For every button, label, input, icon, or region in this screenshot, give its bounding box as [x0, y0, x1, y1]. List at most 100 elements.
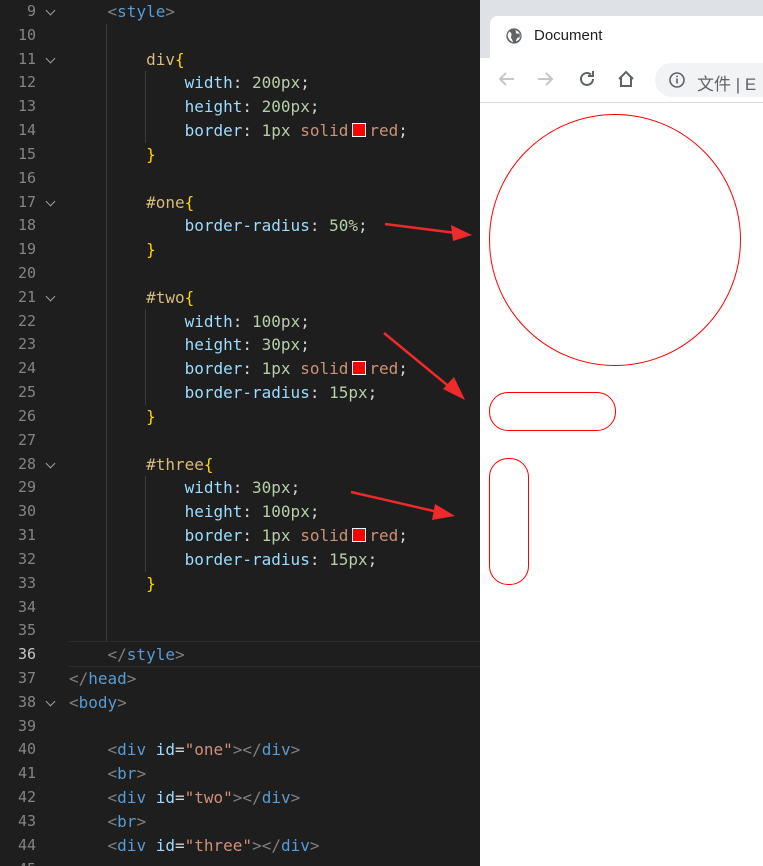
code-token: > [290, 788, 301, 808]
circle-div [489, 114, 741, 366]
code-line[interactable]: 29 width: 30px; [0, 476, 480, 500]
code-line[interactable]: 25 border-radius: 15px; [0, 381, 480, 405]
code-line[interactable]: 44 <div id="three"></div> [0, 834, 480, 858]
code-line[interactable]: 37 </head> [0, 667, 480, 691]
tab-strip: Document [480, 0, 763, 58]
line-number: 14 [17, 121, 36, 140]
code-line[interactable]: 22 width: 100px; [0, 310, 480, 334]
fold-chevron-icon[interactable] [45, 53, 56, 64]
code-token: ; [300, 311, 310, 331]
code-token: 30px [252, 478, 291, 498]
code-text: height: 30px; [69, 333, 310, 357]
code-line[interactable]: 35 [0, 619, 480, 643]
back-arrow-icon[interactable] [496, 68, 518, 90]
code-text: <body> [69, 691, 127, 715]
code-line[interactable]: 45 [0, 858, 480, 866]
code-line[interactable]: 23 height: 30px; [0, 333, 480, 357]
code-text: height: 200px; [69, 95, 320, 119]
code-line[interactable]: 27 [0, 429, 480, 453]
code-line[interactable]: 36 </style> [0, 643, 480, 667]
line-number: 34 [17, 597, 36, 616]
code-token: ; [398, 121, 408, 141]
code-line[interactable]: 20 [0, 262, 480, 286]
code-line[interactable]: 30 height: 100px; [0, 500, 480, 524]
page-viewport [480, 103, 763, 866]
code-line[interactable]: 26 } [0, 405, 480, 429]
fold-chevron-icon[interactable] [45, 696, 56, 707]
code-line[interactable]: 32 border-radius: 15px; [0, 548, 480, 572]
code-text: } [69, 405, 156, 429]
code-text: border: 1px solid red; [69, 524, 408, 548]
code-line[interactable]: 16 [0, 167, 480, 191]
line-number: 23 [17, 335, 36, 354]
code-token: > [174, 645, 185, 665]
code-line[interactable]: 33 } [0, 572, 480, 596]
code-token: div [117, 740, 147, 760]
code-token: { [184, 287, 195, 307]
code-token: ></ [232, 740, 262, 760]
line-number: 17 [17, 192, 36, 211]
code-line[interactable]: 31 border: 1px solid red; [0, 524, 480, 548]
code-line[interactable]: 38 <body> [0, 691, 480, 715]
info-icon[interactable] [668, 71, 686, 89]
code-line[interactable]: 34 [0, 596, 480, 620]
fold-chevron-icon[interactable] [45, 5, 56, 16]
code-line[interactable]: 28 #three{ [0, 453, 480, 477]
code-token: 100px [261, 502, 310, 522]
line-number: 26 [17, 406, 36, 425]
code-token: 1px [261, 121, 291, 141]
forward-arrow-icon[interactable] [534, 68, 556, 90]
color-swatch[interactable] [352, 361, 367, 376]
code-editor[interactable]: 9 <style> 10 11 div{12 width: 200px; 13 hei… [0, 0, 480, 866]
home-icon[interactable] [615, 68, 637, 90]
code-line[interactable]: 39 [0, 715, 480, 739]
fold-chevron-icon[interactable] [45, 196, 56, 206]
line-number: 31 [17, 526, 36, 545]
code-line[interactable]: 10 [0, 24, 480, 48]
code-token: </ [107, 645, 127, 665]
code-line[interactable]: 12 width: 200px; [0, 71, 480, 95]
code-token: br [117, 764, 137, 784]
fold-chevron-icon[interactable] [45, 291, 56, 302]
code-line[interactable]: 24 border: 1px solid red; [0, 357, 480, 381]
code-token: ; [300, 335, 310, 355]
line-number: 16 [17, 168, 36, 187]
code-line[interactable]: 43 <br> [0, 810, 480, 834]
code-line[interactable]: 18 border-radius: 50%; [0, 214, 480, 238]
code-line[interactable]: 40 <div id="one"></div> [0, 738, 480, 762]
code-line[interactable]: 14 border: 1px solid red; [0, 119, 480, 143]
code-line[interactable]: 9 <style> [0, 0, 480, 24]
code-text: } [69, 238, 156, 262]
code-line[interactable]: 17 #one{ [0, 191, 480, 215]
code-token: width [184, 311, 233, 331]
code-line[interactable]: 15 } [0, 143, 480, 167]
code-line[interactable]: 42 <div id="two"></div> [0, 786, 480, 810]
color-swatch[interactable] [352, 123, 367, 138]
browser-tab[interactable]: Document [490, 16, 763, 58]
code-token: > [309, 835, 320, 855]
code-line[interactable]: 11 div{ [0, 48, 480, 72]
line-number: 30 [17, 502, 36, 521]
code-line[interactable]: 13 height: 200px; [0, 95, 480, 119]
line-number: 33 [17, 573, 36, 592]
color-swatch[interactable] [352, 528, 367, 543]
line-number: 22 [17, 311, 36, 330]
code-line[interactable]: 19 } [0, 238, 480, 262]
reload-icon[interactable] [576, 68, 598, 90]
code-line[interactable]: 41 <br> [0, 762, 480, 786]
code-token: height [184, 97, 243, 117]
fold-chevron-icon[interactable] [45, 458, 56, 469]
code-token: ; [398, 359, 408, 379]
code-token: style [117, 2, 166, 21]
code-token: #one [146, 192, 185, 212]
address-bar[interactable]: 文件 | E [655, 63, 763, 97]
code-line[interactable]: 21 #two{ [0, 286, 480, 310]
